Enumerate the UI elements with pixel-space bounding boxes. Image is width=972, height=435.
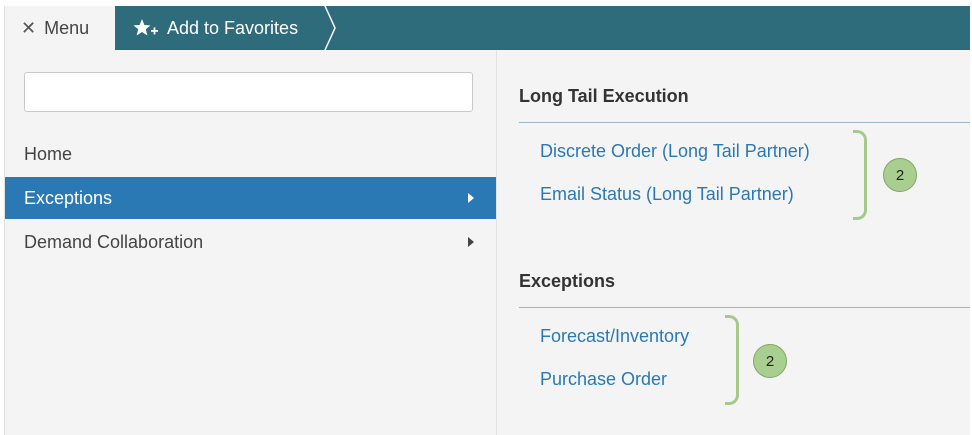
submenu-panel: Long Tail Execution Discrete Order (Long… [497, 50, 970, 435]
star-plus-icon [133, 18, 159, 38]
add-to-favorites-button[interactable]: Add to Favorites [115, 6, 298, 50]
nav-item-home[interactable]: Home [5, 133, 496, 175]
link-email-status[interactable]: Email Status (Long Tail Partner) [540, 184, 794, 205]
annotation-bracket [853, 130, 867, 220]
breadcrumb-chevron-icon [324, 6, 336, 50]
nav-item-label: Demand Collaboration [24, 231, 204, 252]
menu-tab[interactable]: ✕ Menu [5, 6, 115, 50]
annotation-badge: 2 [753, 344, 787, 378]
top-bar: ✕ Menu Add to Favorites [5, 6, 970, 50]
menu-label: Menu [44, 17, 90, 38]
add-to-favorites-label: Add to Favorites [167, 17, 299, 38]
chevron-right-icon [468, 237, 474, 247]
chevron-right-icon [468, 193, 474, 203]
left-nav-panel: Home Exceptions Demand Collaboration [5, 50, 496, 435]
annotation-bracket [725, 315, 739, 405]
section-divider [519, 307, 970, 308]
annotation-badge: 2 [883, 158, 917, 192]
menu-panel: ✕ Menu Add to Favorites Home Exceptions [4, 6, 970, 435]
link-discrete-order[interactable]: Discrete Order (Long Tail Partner) [540, 141, 810, 162]
link-purchase-order[interactable]: Purchase Order [540, 369, 667, 390]
nav-item-exceptions[interactable]: Exceptions [5, 177, 496, 219]
close-icon[interactable]: ✕ [21, 18, 36, 39]
search-input[interactable] [24, 72, 473, 112]
section-divider [519, 122, 970, 123]
section-title-long-tail-execution: Long Tail Execution [519, 86, 689, 106]
nav-item-label: Home [24, 143, 73, 164]
section-title-exceptions: Exceptions [519, 271, 616, 291]
nav-item-demand-collaboration[interactable]: Demand Collaboration [5, 221, 496, 263]
link-forecast-inventory[interactable]: Forecast/Inventory [540, 326, 689, 347]
nav-item-label: Exceptions [24, 187, 113, 208]
